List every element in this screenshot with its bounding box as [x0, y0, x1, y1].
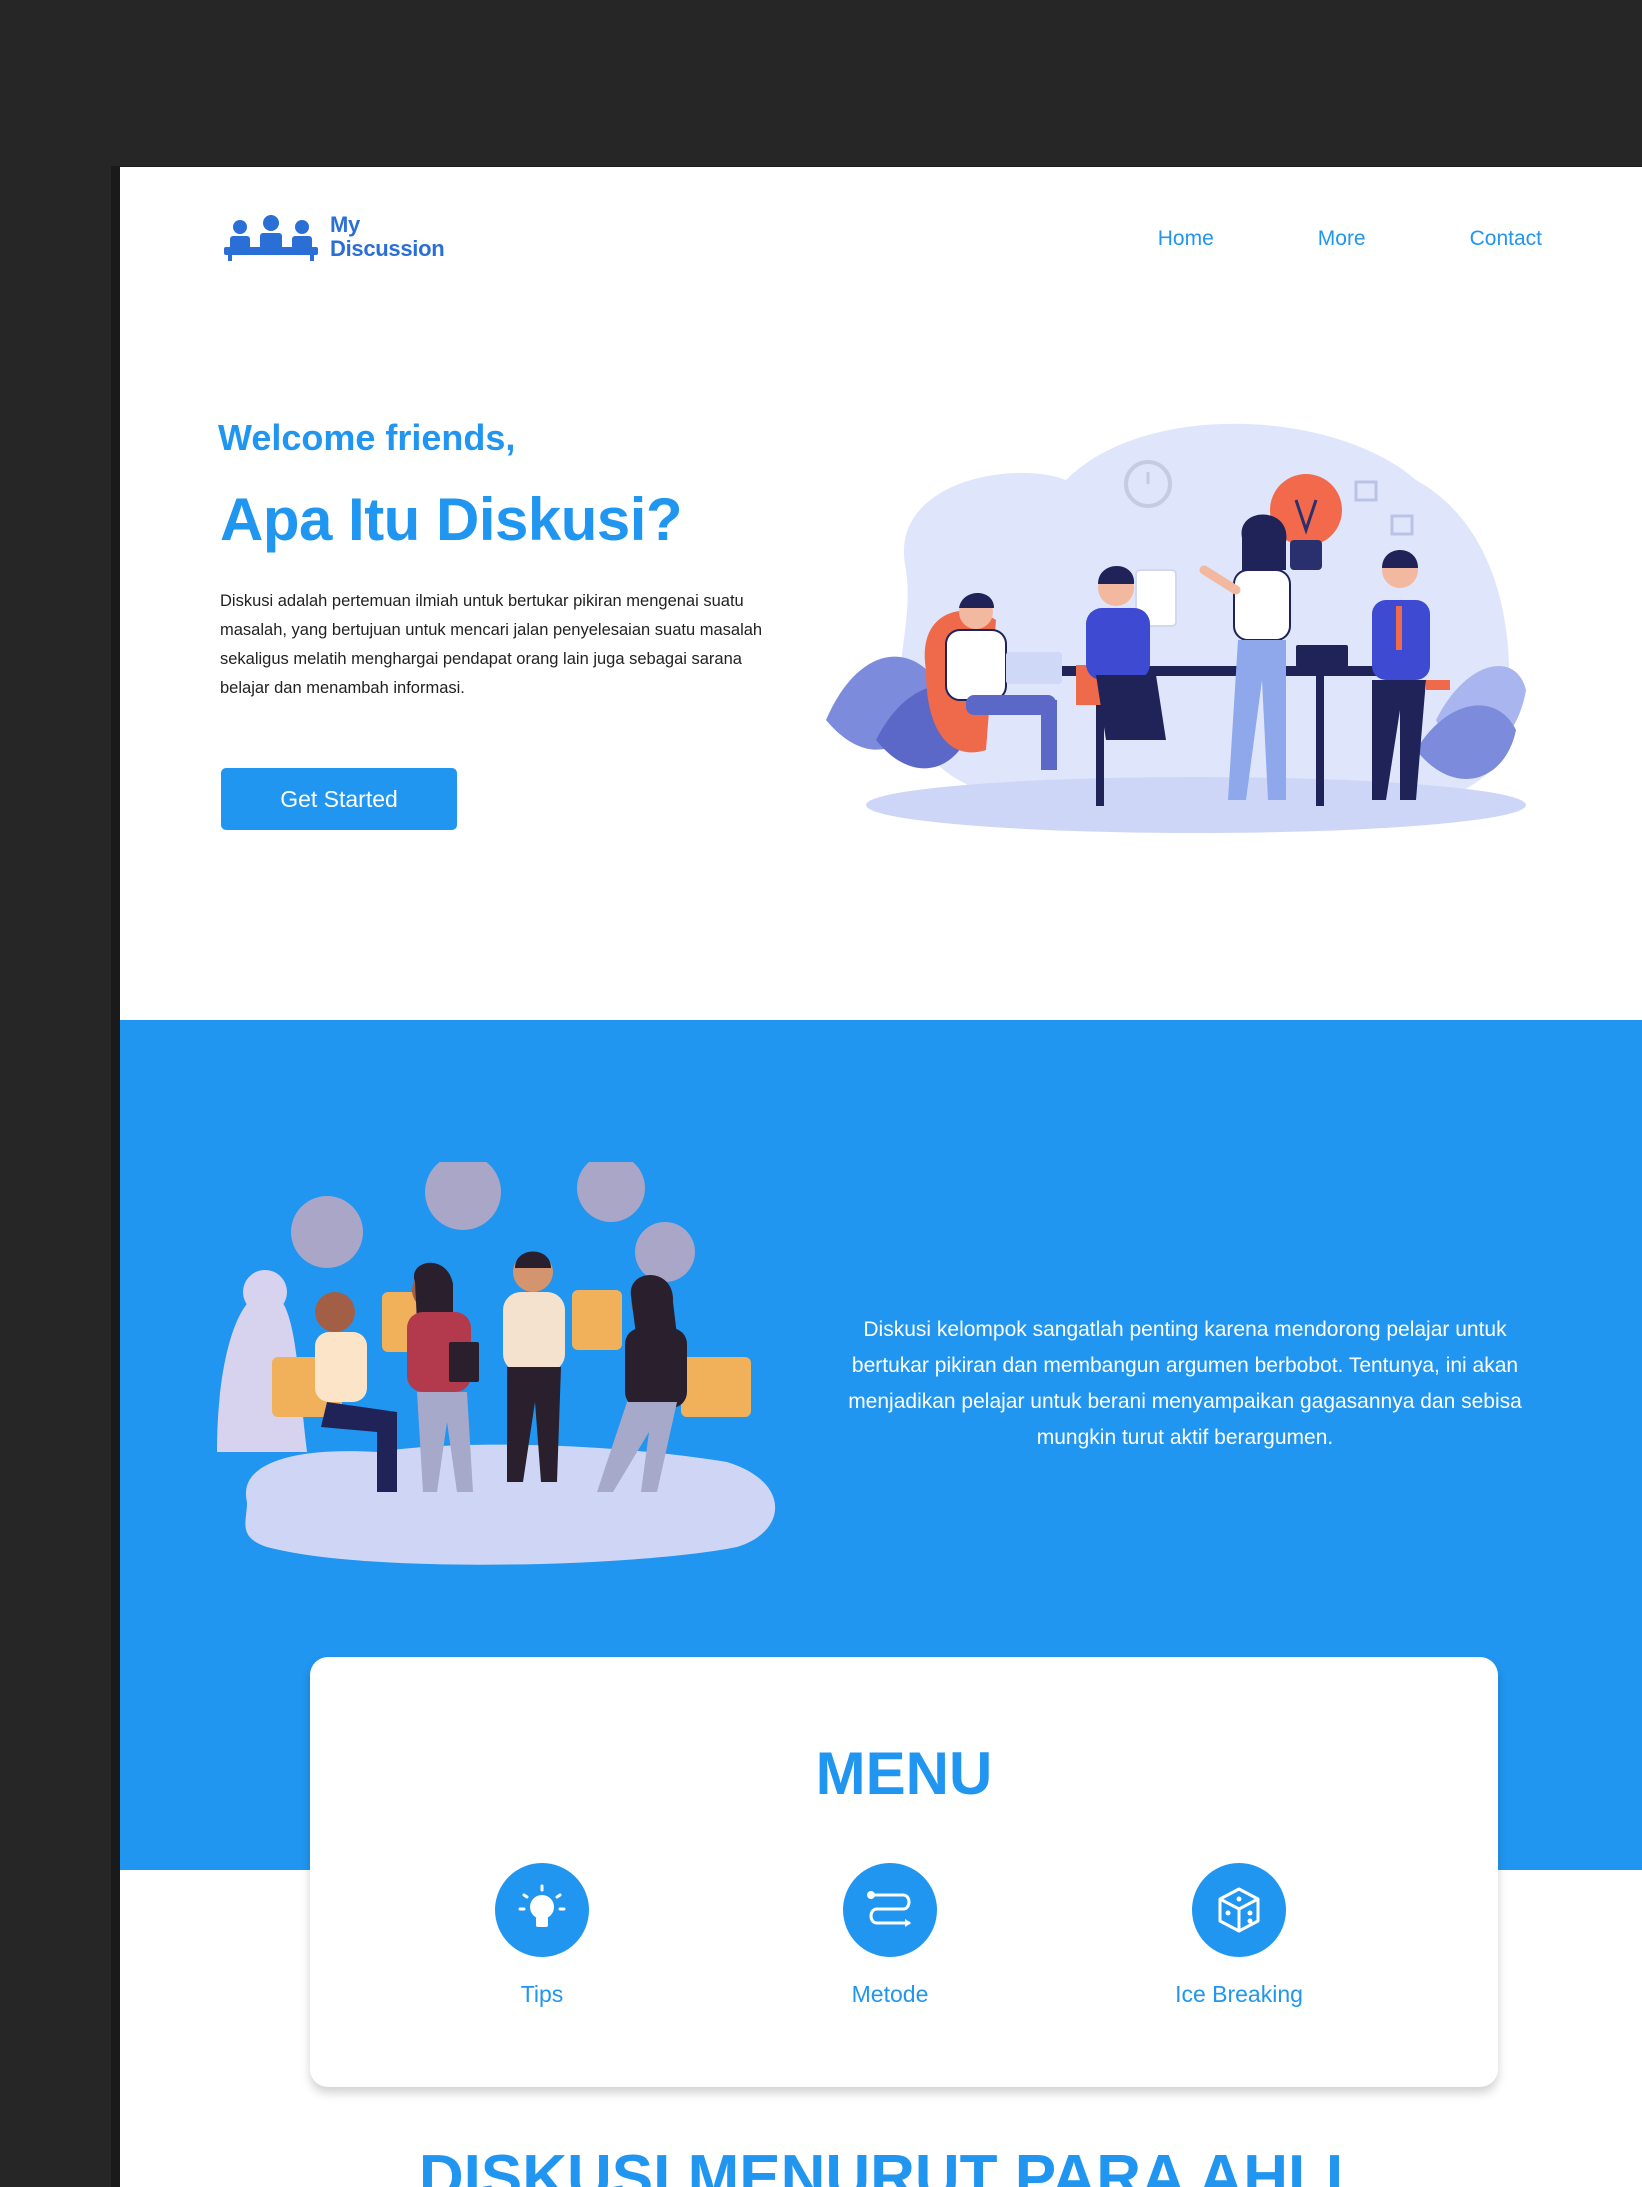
- nav-more-link[interactable]: More: [1318, 227, 1366, 251]
- hero-kicker: Welcome friends,: [218, 417, 516, 458]
- menu-title: MENU: [815, 1740, 993, 1807]
- web-page: My Discussion Home More Contact Welcome …: [120, 167, 1642, 2187]
- menu-item-label: Ice Breaking: [1175, 1981, 1303, 2007]
- nav-contact-link[interactable]: Contact: [1470, 227, 1542, 251]
- brand-logo[interactable]: My Discussion: [222, 212, 445, 261]
- menu-item-label: Tips: [520, 1981, 564, 2007]
- menu-item-label: Metode: [851, 1981, 929, 2007]
- brand-name-line1: My: [330, 212, 360, 237]
- hero-title: Apa Itu Diskusi?: [220, 486, 683, 553]
- people-group-icon: [224, 215, 318, 261]
- lightbulb-icon: [518, 1884, 566, 1927]
- menu-item-tips[interactable]: Tips: [442, 1863, 642, 2008]
- nav-home-link[interactable]: Home: [1158, 227, 1214, 251]
- dice-icon: [1218, 1887, 1260, 1933]
- flow-route-icon: [867, 1891, 911, 1927]
- top-nav: Home More Contact: [1158, 227, 1542, 251]
- menu-item-ice-breaking[interactable]: Ice Breaking: [1139, 1863, 1339, 2008]
- get-started-button[interactable]: Get Started: [221, 768, 457, 830]
- menu-card: MENU Tips Metode Ice Breaking: [310, 1657, 1498, 2087]
- brand-name-line2: Discussion: [330, 236, 445, 261]
- menu-item-metode[interactable]: Metode: [790, 1863, 990, 2008]
- group-discussion-illustration: [217, 1162, 776, 1565]
- hero-description: Diskusi adalah pertemuan ilmiah untuk be…: [220, 592, 763, 697]
- section-title-experts: DISKUSI MENURUT PARA AHLI: [418, 2143, 1344, 2187]
- about-text: Diskusi kelompok sangatlah penting karen…: [848, 1318, 1522, 1449]
- team-meeting-illustration: [826, 423, 1526, 833]
